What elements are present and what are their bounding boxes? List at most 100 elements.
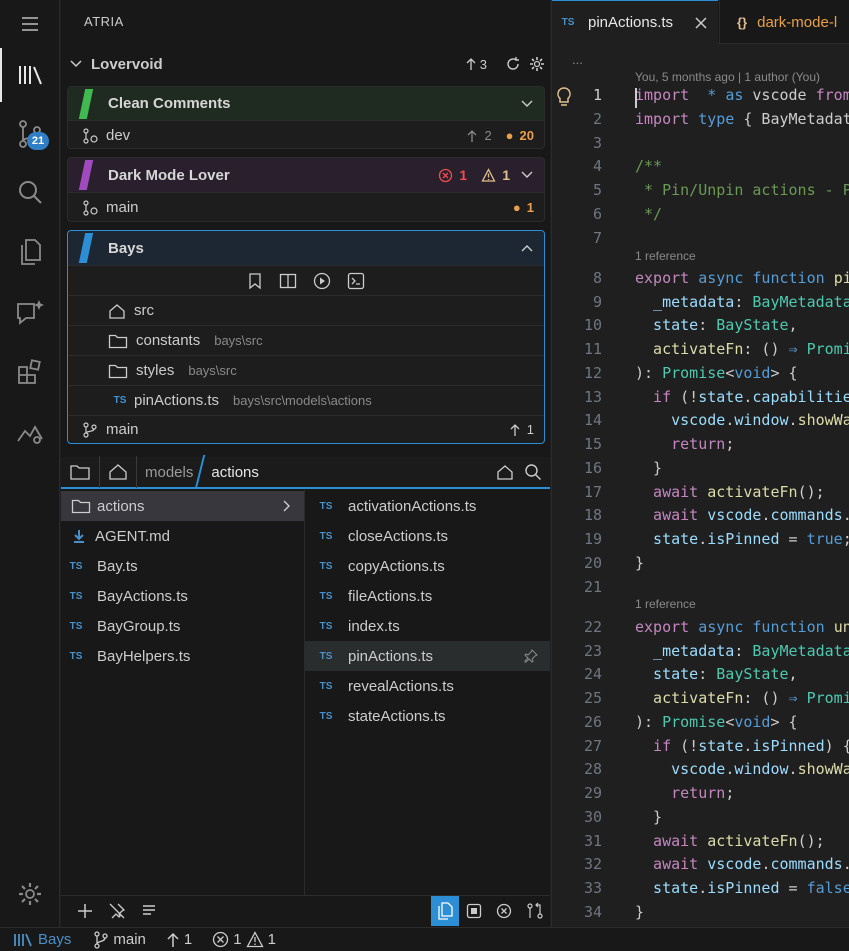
tab-pinactions[interactable]: TS pinActions.ts [552,0,718,44]
bay-branch-row[interactable]: main 1 [68,415,544,443]
bay-dark-mode-lover[interactable]: Dark Mode Lover 1 1 main ● 1 [67,157,545,222]
home-icon[interactable] [108,463,128,481]
list-item-actions-folder[interactable]: actions [61,491,304,521]
run-icon[interactable] [313,272,331,290]
line-number: 23 [583,642,602,660]
add-icon[interactable] [76,902,94,920]
list-item[interactable]: TS revealActions.ts [305,671,550,701]
typescript-icon: TS [69,650,83,662]
code-line: 17 await activateFn(); [552,483,849,507]
list-item[interactable]: TS Bay.ts [61,551,304,581]
bookmark-icon[interactable] [247,272,263,290]
section-ahead: 3 [465,57,487,72]
extensions-icon[interactable] [0,348,60,396]
bay-clean-comments[interactable]: Clean Comments dev 2 ● 20 [67,86,545,149]
search-icon[interactable] [524,463,542,481]
breadcrumb-more[interactable]: ... [572,52,583,67]
list-item[interactable]: TS stateActions.ts [305,701,550,731]
list-icon[interactable] [141,903,157,919]
bay-name: Clean Comments [108,95,231,112]
blame-annotation[interactable]: You, 5 months ago | 1 author (You) [635,70,820,84]
code-text: _metadata: BayMetadata, [635,293,849,311]
unpin-icon[interactable] [108,902,126,920]
bay-status: ● 1 [513,193,534,221]
files-icon [438,902,453,920]
bay-header[interactable]: Bays [68,231,544,265]
pin-icon[interactable] [524,649,538,663]
list-item[interactable]: TS activationActions.ts [305,491,550,521]
status-errors[interactable]: 1 [233,931,241,948]
list-item[interactable]: TS index.ts [305,611,550,641]
line-number: 24 [583,665,602,683]
code-line: 26): Promise<void> { [552,713,849,737]
bay-item-constants[interactable]: constants bays\src [68,325,544,355]
refresh-icon[interactable] [505,56,521,72]
bays-library-icon[interactable] [0,48,60,102]
status-warnings[interactable]: 1 [268,931,276,948]
bay-branch-row[interactable]: main ● 1 [68,192,544,221]
bay-header[interactable]: Dark Mode Lover 1 1 [68,158,544,192]
stop-square-icon[interactable] [466,903,482,919]
line-number: 5 [592,181,602,199]
chat-sparkle-icon[interactable] [0,288,60,336]
code-text: vscode.window.showWar [635,411,849,429]
code-text: await activateFn(); [635,832,825,850]
status-app[interactable]: Bays [38,931,71,948]
chevron-up-icon[interactable] [520,241,534,255]
bay-header[interactable]: Clean Comments [68,87,544,120]
explorer-files-icon[interactable] [0,228,60,276]
split-editor-icon[interactable] [279,273,297,289]
list-item-selected[interactable]: TS pinActions.ts [305,641,550,671]
code-text: if (!state.capabilities [635,388,849,406]
status-ahead[interactable]: 1 [184,931,192,948]
code-text: if (!state.isPinned) { [635,737,849,755]
menu-icon[interactable] [0,0,60,48]
list-item-name: pinActions.ts [348,647,434,665]
sidebar-title: ATRIA [84,14,124,29]
line-number: 6 [592,205,602,223]
settings-gear-icon[interactable] [0,870,60,918]
status-branch[interactable]: main [113,931,146,948]
folder-icon [71,499,91,514]
home-icon[interactable] [496,463,514,481]
bay-item-styles[interactable]: styles bays\src [68,355,544,385]
typescript-icon: TS [319,500,333,512]
files-view-button[interactable] [431,896,459,926]
compare-changes-icon[interactable] [526,902,544,920]
gear-icon[interactable] [529,56,545,72]
list-item[interactable]: TS fileActions.ts [305,581,550,611]
branch-changes-icon [83,199,98,216]
list-item[interactable]: AGENT.md [61,521,304,551]
bay-item-pinactions[interactable]: TS pinActions.ts bays\src\models\actions [68,385,544,415]
breadcrumb-segment-current[interactable]: actions [211,464,259,481]
list-item[interactable]: TS BayGroup.ts [61,611,304,641]
tab-dark-mode[interactable]: {} dark-mode-l [719,0,849,44]
bay-branch-row[interactable]: dev 2 ● 20 [68,120,544,148]
code-text: state: BayState, [635,316,798,334]
line-number: 29 [583,784,602,802]
section-header-lovervoid[interactable]: Lovervoid 3 [69,52,549,76]
breadcrumb-segment[interactable]: models [145,464,193,481]
close-icon[interactable] [694,16,708,30]
folder-icon[interactable] [69,463,91,481]
chevron-down-icon[interactable] [520,97,534,111]
code-line: 19 state.isPinned = true; [552,530,849,554]
list-item[interactable]: TS BayActions.ts [61,581,304,611]
line-number: 28 [583,760,602,778]
close-circle-icon[interactable] [496,903,512,919]
warning-icon [481,167,496,182]
remote-explorer-icon[interactable] [0,408,60,456]
terminal-icon[interactable] [347,272,365,290]
code-line: 23 _metadata: BayMetadata, [552,642,849,666]
list-item[interactable]: TS BayHelpers.ts [61,641,304,671]
code-line: 21 [552,578,849,602]
chevron-down-icon[interactable] [520,168,534,182]
bay-bays[interactable]: Bays src constants bays\src styles bays\… [67,230,545,444]
bay-item-src[interactable]: src [68,295,544,325]
list-item[interactable]: TS closeActions.ts [305,521,550,551]
list-item[interactable]: TS copyActions.ts [305,551,550,581]
branch-icon [83,421,97,438]
search-icon[interactable] [0,168,60,216]
code-line: 31 await activateFn(); [552,832,849,856]
bay-warnings: 1 [502,167,510,183]
